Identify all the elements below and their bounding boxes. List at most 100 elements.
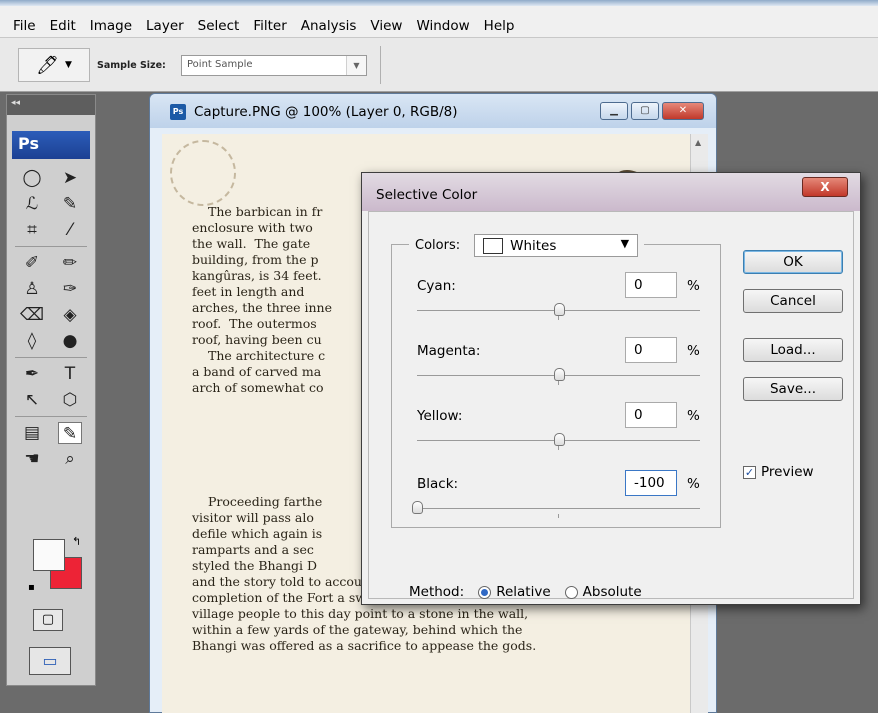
clone-stamp-icon[interactable]: ♙ <box>20 278 44 300</box>
radio-absolute-label[interactable]: Absolute <box>583 584 642 600</box>
scan-text-line: village people to this day point to a st… <box>192 606 529 621</box>
slider-center-tick <box>558 316 559 320</box>
radio-relative[interactable] <box>478 585 492 599</box>
chevron-down-icon: ▼ <box>64 60 72 70</box>
cancel-button[interactable]: Cancel <box>743 289 843 313</box>
save-button[interactable]: Save... <box>743 377 843 401</box>
menu-filter[interactable]: Filter <box>246 16 293 36</box>
blur-tool-icon[interactable]: ◊ <box>20 330 44 352</box>
zoom-tool-icon[interactable]: ⌕ <box>58 448 82 470</box>
scroll-up-icon[interactable]: ▲ <box>695 138 701 147</box>
sample-size-select[interactable]: Point Sample ▼ <box>181 55 367 76</box>
hand-tool-icon[interactable]: ☚ <box>20 448 44 470</box>
slider-label: Cyan: <box>417 278 456 294</box>
menu-file[interactable]: File <box>6 16 43 36</box>
menu-bar: File Edit Image Layer Select Filter Anal… <box>0 0 878 38</box>
slider-thumb[interactable] <box>412 501 423 514</box>
swap-colors-icon[interactable]: ↰ <box>72 535 81 548</box>
ps-logo[interactable]: Ps <box>12 131 90 159</box>
menu-window[interactable]: Window <box>409 16 476 36</box>
toolbox-divider <box>15 357 87 358</box>
slider-thumb[interactable] <box>553 303 565 316</box>
scan-text-line: a band of carved ma <box>192 364 322 379</box>
pen-tool-icon[interactable]: ✒ <box>20 363 44 385</box>
notes-tool-icon[interactable]: ▤ <box>20 422 44 444</box>
lasso-tool-icon[interactable]: ℒ <box>20 193 44 215</box>
eraser-tool-icon[interactable]: ⌫ <box>20 304 44 326</box>
scan-text-line: The barbican in fr <box>208 204 323 219</box>
scan-text-line: kangûras, is 34 feet. <box>192 268 322 283</box>
crop-tool-icon[interactable]: ⌗ <box>20 219 44 241</box>
slider-value-input[interactable]: 0 <box>625 272 677 298</box>
load-button[interactable]: Load... <box>743 338 843 362</box>
toolbox-collapse[interactable]: ◂◂ <box>7 95 95 115</box>
scan-text-line: defile which again is <box>192 526 323 541</box>
minimize-button[interactable]: ▁ <box>600 102 628 120</box>
menu-edit[interactable]: Edit <box>43 16 83 36</box>
move-tool-icon[interactable]: ➤ <box>58 167 82 189</box>
preview-label[interactable]: Preview <box>761 464 814 480</box>
eyedropper-tool-icon[interactable]: ✎ <box>58 422 82 444</box>
percent-unit: % <box>687 408 700 424</box>
tool-preset-picker[interactable]: 🖊 ▼ <box>18 48 90 82</box>
menu-select[interactable]: Select <box>191 16 247 36</box>
menu-view[interactable]: View <box>363 16 409 36</box>
quick-mask-button[interactable]: ▢ <box>33 609 63 631</box>
dodge-tool-icon[interactable]: ● <box>58 330 82 352</box>
quick-selection-icon[interactable]: ✎ <box>58 193 82 215</box>
slider-label: Black: <box>417 476 459 492</box>
slider-value-input[interactable]: -100 <box>625 470 677 496</box>
maximize-button[interactable]: ▢ <box>631 102 659 120</box>
method-label: Method: <box>409 584 465 600</box>
paint-bucket-icon[interactable]: ◈ <box>58 304 82 326</box>
default-colors-icon[interactable]: ▪ <box>28 582 35 593</box>
slider-value-input[interactable]: 0 <box>625 402 677 428</box>
preview-checkbox[interactable]: ✓ <box>743 465 756 479</box>
brush-tool-icon[interactable]: ✏ <box>58 252 82 274</box>
sample-size-value: Point Sample <box>187 59 253 70</box>
stamp-emblem <box>170 140 236 206</box>
slider-value-input[interactable]: 0 <box>625 337 677 363</box>
scan-text-line: feet in length and <box>192 284 305 299</box>
marquee-tool-icon[interactable]: ◯ <box>20 167 44 189</box>
close-button[interactable]: ✕ <box>662 102 704 120</box>
slider-thumb[interactable] <box>553 433 565 446</box>
screen-mode-button[interactable]: ▭ <box>29 647 71 675</box>
scan-text-line: roof. The outermos <box>192 316 317 331</box>
window-top-edge <box>0 0 878 6</box>
path-selection-icon[interactable]: ↖ <box>20 389 44 411</box>
scan-text-line: arch of somewhat co <box>192 380 324 395</box>
menu-image[interactable]: Image <box>83 16 139 36</box>
dialog-title: Selective Color <box>376 187 478 203</box>
menu-analysis[interactable]: Analysis <box>294 16 364 36</box>
slider-thumb[interactable] <box>553 368 565 381</box>
healing-brush-icon[interactable]: ✐ <box>20 252 44 274</box>
slider-track[interactable] <box>417 508 700 509</box>
ok-button[interactable]: OK <box>743 250 843 274</box>
scan-text-line: ramparts and a sec <box>192 542 314 557</box>
percent-unit: % <box>687 476 700 492</box>
menu-layer[interactable]: Layer <box>139 16 191 36</box>
foreground-color-swatch[interactable] <box>33 539 65 571</box>
document-titlebar[interactable]: Ps Capture.PNG @ 100% (Layer 0, RGB/8) ▁… <box>150 94 716 128</box>
colors-select[interactable]: Whites ▼ <box>474 234 639 257</box>
shape-tool-icon[interactable]: ⬡ <box>58 389 82 411</box>
dialog-body: Colors: Whites ▼ Cyan: 0% Magenta: 0% Yellow… <box>368 211 854 600</box>
type-tool-icon[interactable]: T <box>58 363 82 385</box>
slice-tool-icon[interactable]: ⁄ <box>58 219 82 241</box>
scan-text-line: The architecture c <box>208 348 326 363</box>
dialog-close-button[interactable]: X <box>802 177 848 197</box>
scan-text-line: within a few yards of the gateway, behin… <box>192 622 523 637</box>
document-title: Capture.PNG @ 100% (Layer 0, RGB/8) <box>194 104 458 120</box>
menu-help[interactable]: Help <box>477 16 522 36</box>
history-brush-icon[interactable]: ✑ <box>58 278 82 300</box>
dialog-titlebar[interactable]: Selective Color X <box>362 173 860 211</box>
radio-relative-label[interactable]: Relative <box>496 584 550 600</box>
percent-unit: % <box>687 343 700 359</box>
colors-value: Whites <box>510 237 557 254</box>
menu-items: File Edit Image Layer Select Filter Anal… <box>6 16 521 36</box>
radio-absolute[interactable] <box>564 585 578 599</box>
selective-color-dialog: Selective Color X Colors: Whites ▼ Cyan:… <box>361 172 861 605</box>
scan-text-line: enclosure with two <box>192 220 313 235</box>
scan-text-line: roof, having been cu <box>192 332 322 347</box>
